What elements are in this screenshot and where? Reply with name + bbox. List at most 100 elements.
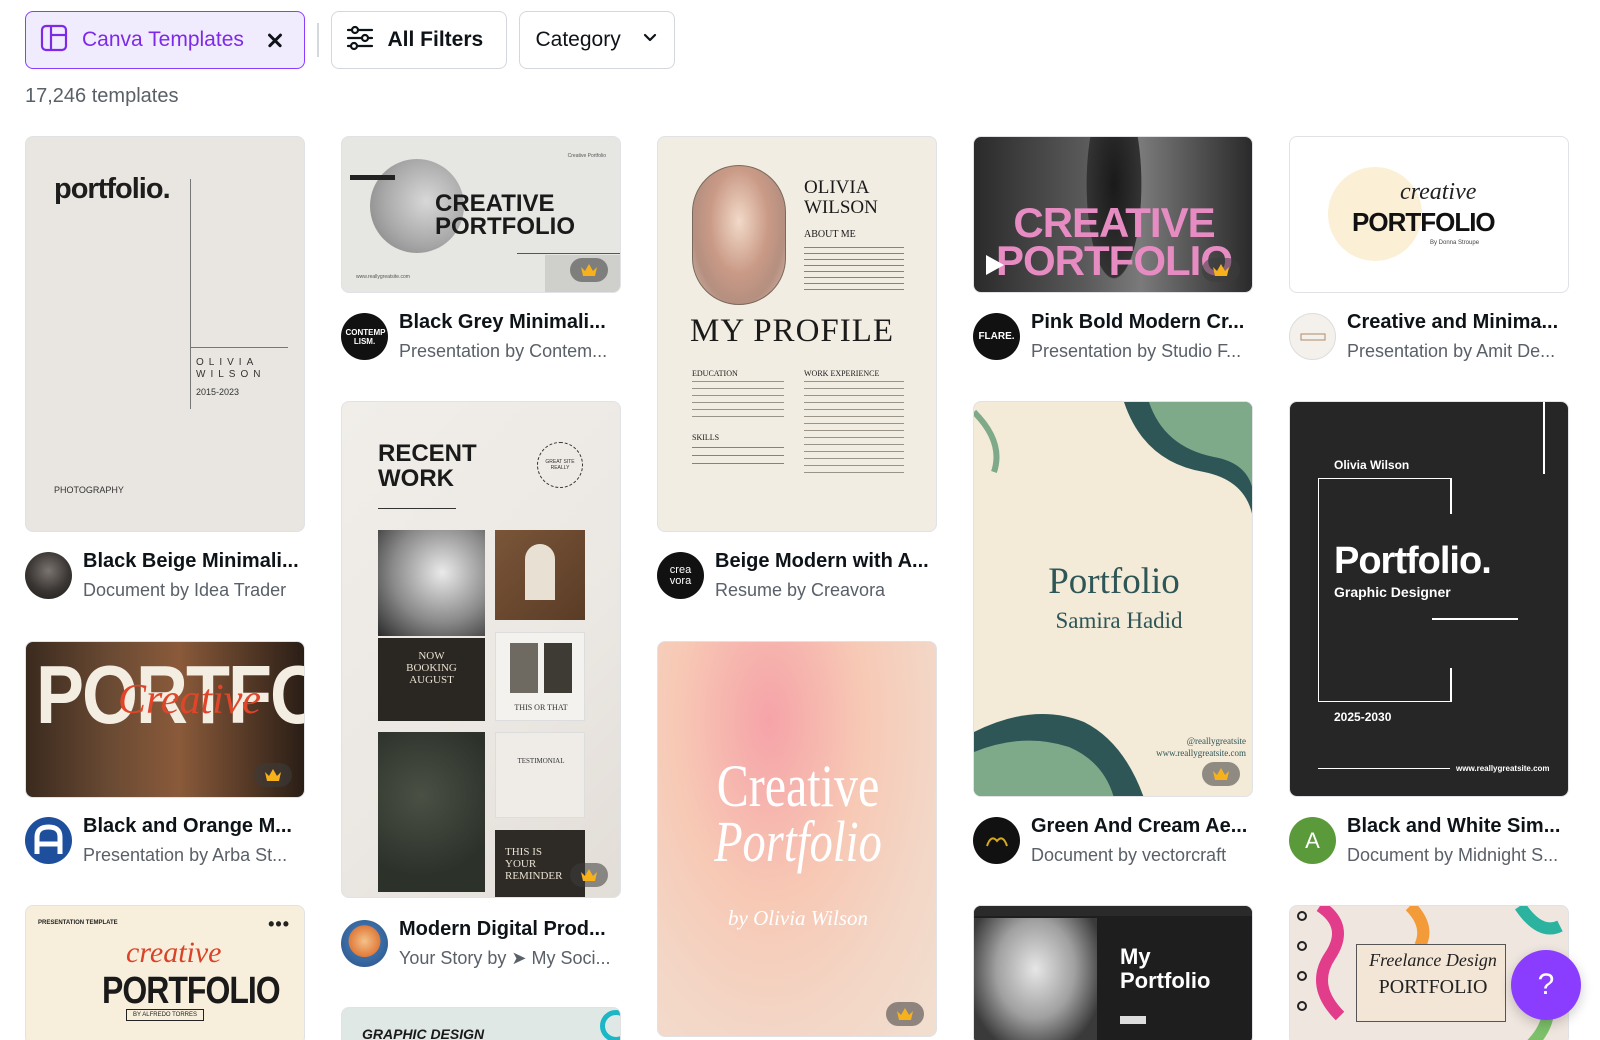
help-button[interactable]: ? <box>1511 950 1581 1020</box>
thumb-lines <box>692 447 784 471</box>
template-thumbnail[interactable]: Portfolio Samira Hadid @reallygreatsite … <box>973 401 1253 797</box>
card-meta: FLARE. Pink Bold Modern Cr... Presentati… <box>973 311 1253 363</box>
thumb-photo <box>692 165 786 305</box>
avatar: crea vora <box>657 552 704 599</box>
template-thumbnail[interactable]: PORTFOLIO Creative <box>25 641 305 798</box>
template-thumbnail[interactable]: CREATIVE PORTFOLIO Creative Portfolio ww… <box>341 136 621 293</box>
avatar-text: CONTEMP LISM. <box>345 327 386 346</box>
template-title[interactable]: Green And Cream Ae... <box>1031 815 1251 838</box>
template-icon <box>40 24 68 57</box>
thumb-button <box>1120 1016 1146 1024</box>
close-icon[interactable] <box>264 29 286 51</box>
template-title[interactable]: Black and White Sim... <box>1347 815 1567 838</box>
help-label: ? <box>1537 968 1555 1001</box>
thumb-text: MY PROFILE <box>690 313 895 349</box>
thumb-text: By Donna Stroupe <box>1430 240 1480 246</box>
thumb-text: EDUCATION <box>692 369 738 378</box>
template-thumbnail[interactable]: RECENT WORK GREAT SITE REALLY NOW BOOKIN… <box>341 401 621 898</box>
thumb-text: www.reallygreatsite.com <box>1456 764 1550 773</box>
thumb-text: WILSON <box>804 197 878 218</box>
tile-text: THIS IS <box>505 846 542 858</box>
template-title[interactable]: Beige Modern with A... <box>715 550 935 573</box>
template-title[interactable]: Black and Orange M... <box>83 815 303 838</box>
thumb-script: Freelance Design <box>1369 950 1497 970</box>
thumb-text: www.reallygreatsite.com <box>1156 748 1246 758</box>
thumb-text: Creative Portfolio <box>567 153 606 159</box>
avatar-text: A <box>1305 827 1320 853</box>
thumb-text: PORTFOLIO <box>1352 207 1496 237</box>
thumb-lines <box>804 381 904 473</box>
thumb-lines <box>804 247 904 295</box>
avatar <box>341 920 388 967</box>
avatar <box>25 817 72 864</box>
thumb-bar <box>350 175 395 180</box>
template-subtitle: Document by Midnight S... <box>1347 845 1559 865</box>
thumb-frame <box>1450 478 1452 514</box>
thumb-line <box>517 253 620 254</box>
template-title[interactable]: Pink Bold Modern Cr... <box>1031 311 1251 334</box>
thumb-text: OLIVIA <box>196 357 259 368</box>
template-subtitle: Document by Idea Trader <box>83 580 287 600</box>
thumb-divider <box>190 347 288 348</box>
thumb-text: WORK <box>378 465 454 492</box>
template-thumbnail[interactable]: Olivia Wilson Portfolio. Graphic Designe… <box>1289 401 1569 797</box>
canva-templates-chip[interactable]: Canva Templates <box>25 11 305 69</box>
tile-text: THIS OR THAT <box>514 703 568 712</box>
crown-icon <box>254 763 292 787</box>
filter-toolbar: Canva Templates All Filters Category <box>25 11 675 69</box>
thumb-text: 2025-2030 <box>1334 710 1392 724</box>
template-title[interactable]: Modern Digital Prod... <box>399 918 619 941</box>
template-thumbnail[interactable]: portfolio. OLIVIA WILSON 2015-2023 PHOTO… <box>25 136 305 532</box>
play-icon[interactable] <box>984 253 1006 282</box>
category-dropdown[interactable]: Category <box>518 11 675 69</box>
thumb-line <box>378 508 456 509</box>
template-thumbnail[interactable]: OLIVIA WILSON ABOUT ME MY PROFILE EDUCAT… <box>657 136 937 532</box>
thumb-text: PORTFOLIO <box>1378 976 1488 998</box>
template-thumbnail[interactable]: PRESENTATION TEMPLATE ••• creative PORTF… <box>25 905 305 1040</box>
thumb-text: WORK EXPERIENCE <box>804 369 880 378</box>
canva-templates-label: Canva Templates <box>82 28 244 51</box>
crown-icon <box>570 863 608 887</box>
template-title[interactable]: Black Grey Minimali... <box>399 311 619 334</box>
thumb-script: creative <box>1400 179 1477 205</box>
thumb-frame <box>1450 668 1452 702</box>
thumb-text: PRESENTATION TEMPLATE <box>38 920 118 926</box>
tile-text: NOW <box>418 650 445 662</box>
thumb-text: GRAPHIC DESIGN <box>362 1026 485 1040</box>
template-subtitle: Presentation by Contem... <box>399 341 608 361</box>
thumb-text: PORTFOLIO <box>996 237 1233 284</box>
thumb-text: SKILLS <box>692 433 720 442</box>
card-meta: Green And Cream Ae... Document by vector… <box>973 815 1253 867</box>
template-subtitle: Presentation by Amit De... <box>1347 341 1556 361</box>
template-thumbnail[interactable]: Creative Portfolio by Olivia Wilson <box>657 641 937 1037</box>
template-thumbnail[interactable]: CREATIVE PORTFOLIO <box>973 136 1253 293</box>
thumb-text: Portfolio. <box>1334 540 1492 582</box>
thumb-text: WILSON <box>196 369 266 380</box>
crown-icon <box>1202 762 1240 786</box>
template-count: 17,246 templates <box>25 85 179 107</box>
thumb-text: 2015-2023 <box>196 387 240 397</box>
all-filters-button[interactable]: All Filters <box>330 11 507 69</box>
thumb-line <box>1432 618 1518 620</box>
template-subtitle: Presentation by Arba St... <box>83 845 288 865</box>
avatar <box>973 817 1020 864</box>
thumb-tile: THIS OR THAT <box>495 632 585 721</box>
template-thumbnail[interactable]: GRAPHIC DESIGN <box>341 1007 621 1040</box>
card-meta: Black Beige Minimali... Document by Idea… <box>25 550 305 602</box>
thumb-text: Samira Hadid <box>1055 608 1183 633</box>
all-filters-label: All Filters <box>387 28 484 51</box>
more-icon[interactable]: ••• <box>268 914 290 935</box>
thumb-text: OLIVIA <box>804 177 870 198</box>
template-title[interactable]: Black Beige Minimali... <box>83 550 303 573</box>
sliders-icon <box>346 24 374 57</box>
card-meta: A Black and White Sim... Document by Mid… <box>1289 815 1569 867</box>
template-thumbnail[interactable]: creative PORTFOLIO By Donna Stroupe <box>1289 136 1569 293</box>
thumb-text: Portfolio <box>1048 561 1180 602</box>
thumb-tile <box>378 732 485 892</box>
template-thumbnail[interactable]: My Portfolio <box>973 905 1253 1040</box>
template-title[interactable]: Creative and Minima... <box>1347 311 1567 334</box>
thumb-text: @reallygreatsite <box>1186 736 1246 746</box>
thumb-text: PORTFOLIO <box>435 213 575 240</box>
template-subtitle: Presentation by Studio F... <box>1031 341 1242 361</box>
template-subtitle: Document by vectorcraft <box>1031 845 1227 865</box>
